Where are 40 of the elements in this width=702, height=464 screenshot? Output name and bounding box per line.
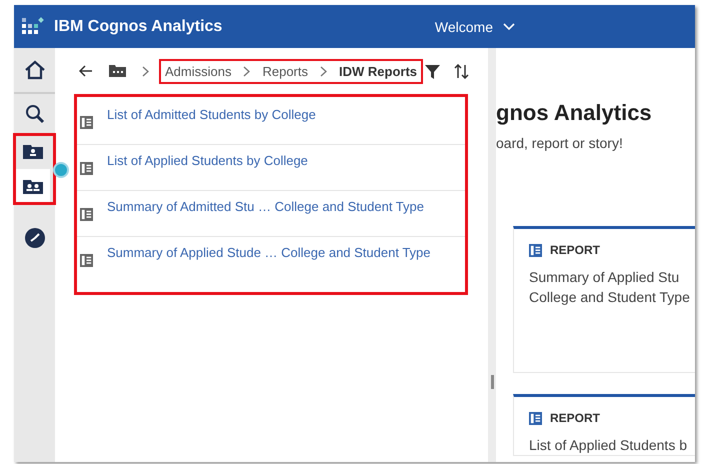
back-arrow-icon[interactable]: [79, 65, 93, 77]
home-icon: [24, 60, 46, 80]
welcome-menu[interactable]: Welcome: [434, 18, 515, 34]
folder-icon[interactable]: [109, 65, 126, 77]
app-title: IBM Cognos Analytics: [54, 18, 222, 36]
report-link[interactable]: List of Applied Students by College: [107, 153, 308, 190]
welcome-subtitle: oard, report or story!: [496, 135, 624, 151]
breadcrumb-link[interactable]: Reports: [262, 64, 308, 78]
people-folder-icon: [23, 180, 43, 194]
card-type-label: REPORT: [550, 411, 600, 425]
report-icon: [80, 116, 93, 129]
chevron-right-icon: [243, 66, 250, 76]
welcome-title: gnos Analytics: [496, 100, 653, 126]
chevron-right-icon: [142, 66, 149, 76]
hotspot-dot[interactable]: [53, 162, 69, 178]
card-title-line: Summary of Applied Stu: [529, 268, 680, 287]
clock-icon: [24, 228, 44, 248]
report-card[interactable]: REPORT Summary of Applied Stu College and Student Type: [513, 226, 695, 373]
report-card[interactable]: REPORT List of Applied Students b: [513, 394, 695, 456]
chevron-right-icon: [320, 66, 327, 76]
report-icon: [80, 254, 93, 267]
splitter-handle[interactable]: [490, 375, 494, 389]
report-link[interactable]: Summary of Applied Stude … College and Student Type: [107, 245, 431, 282]
report-icon: [529, 412, 542, 424]
card-title-line: List of Applied Students b: [529, 436, 688, 455]
sidebar-item[interactable]: [16, 169, 50, 204]
card-type-label: REPORT: [550, 243, 600, 257]
report-icon: [80, 162, 93, 175]
report-link[interactable]: Summary of Admitted Stu … College and Student Type: [107, 199, 424, 236]
chevron-down-icon: [503, 22, 515, 30]
person-folder-icon: [23, 144, 43, 158]
report-icon: [80, 208, 93, 221]
report-icon: [529, 244, 542, 256]
sort-icon[interactable]: [454, 64, 470, 78]
report-link[interactable]: List of Admitted Students by College: [107, 107, 316, 144]
breadcrumb-link[interactable]: IDW Reports: [339, 64, 417, 78]
filter-icon[interactable]: [425, 64, 440, 78]
card-title-line: College and Student Type: [529, 288, 691, 307]
search-icon: [24, 104, 44, 124]
breadcrumb-link[interactable]: Admissions: [165, 64, 232, 78]
